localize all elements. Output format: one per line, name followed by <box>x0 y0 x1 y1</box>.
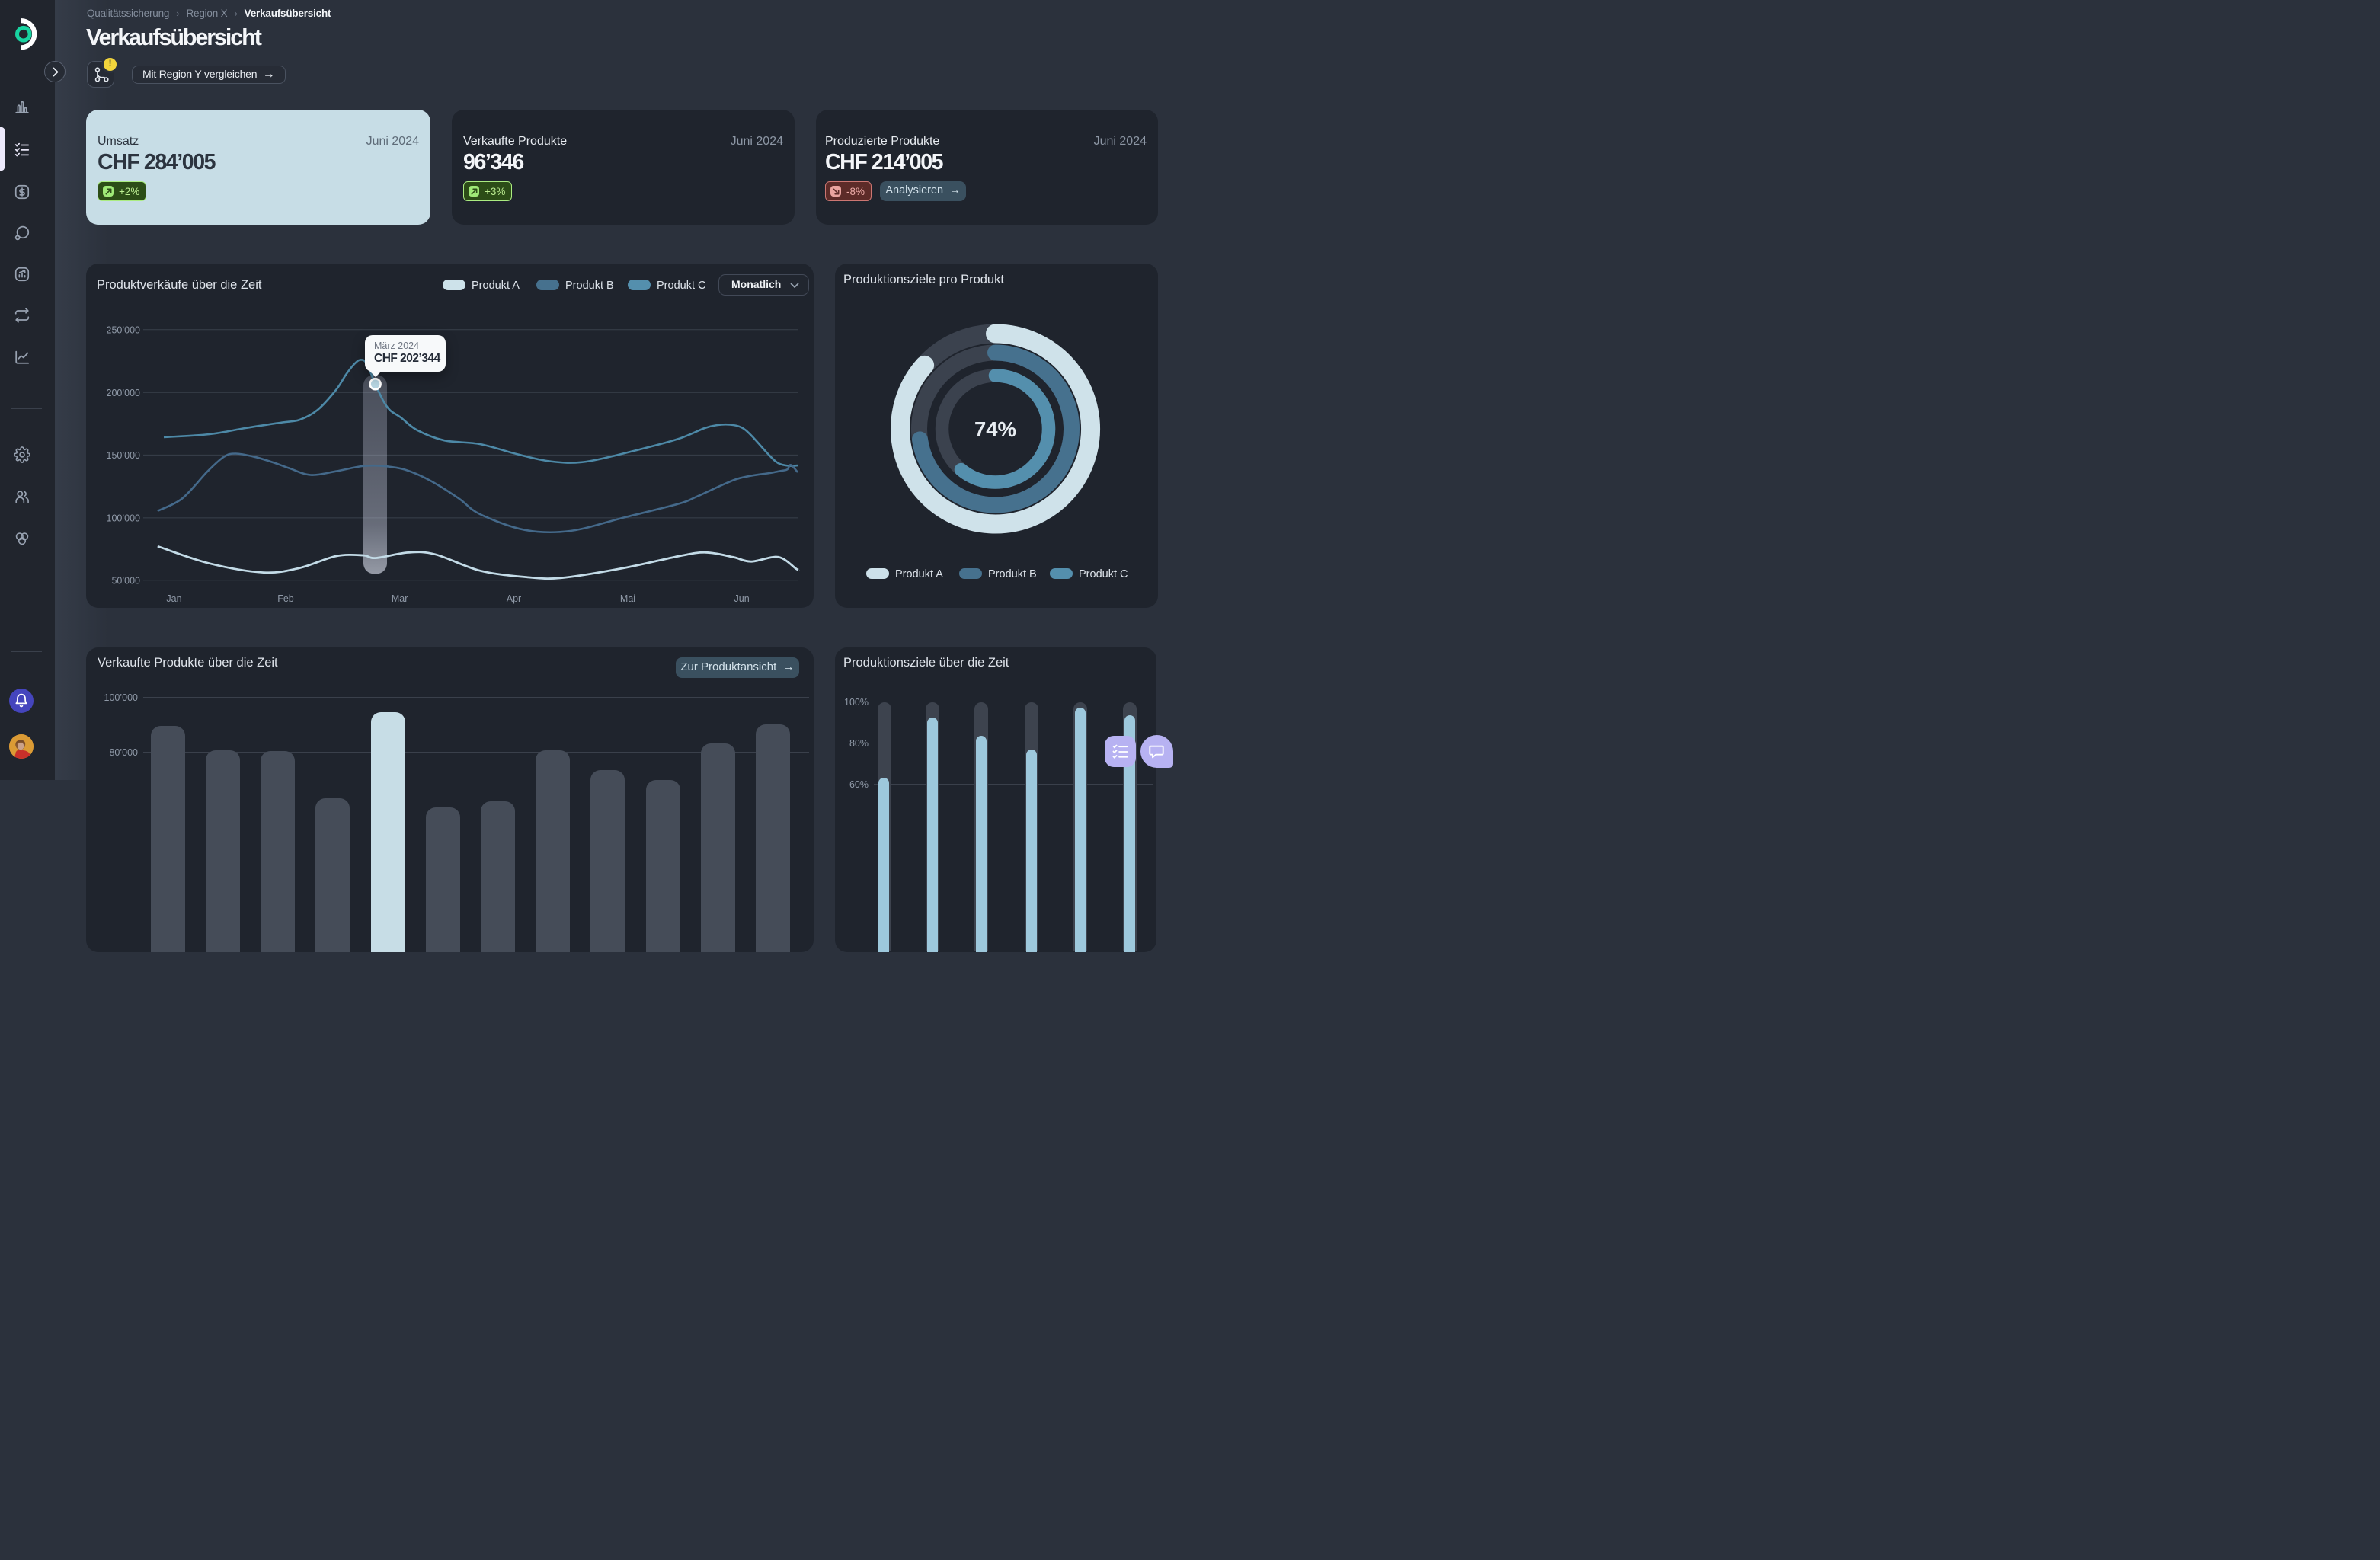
svg-text:Apr: Apr <box>507 593 521 604</box>
svg-text:74%: 74% <box>974 417 1016 441</box>
svg-text:150’000: 150’000 <box>107 450 141 461</box>
svg-text:Jun: Jun <box>734 593 750 604</box>
svg-text:250’000: 250’000 <box>107 325 141 336</box>
svg-text:50’000: 50’000 <box>111 576 140 587</box>
svg-text:200’000: 200’000 <box>107 388 141 398</box>
svg-text:Mai: Mai <box>620 593 635 604</box>
svg-text:Mar: Mar <box>392 593 408 604</box>
svg-text:Jan: Jan <box>166 593 181 604</box>
svg-text:Feb: Feb <box>277 593 294 604</box>
svg-text:100’000: 100’000 <box>107 513 141 524</box>
